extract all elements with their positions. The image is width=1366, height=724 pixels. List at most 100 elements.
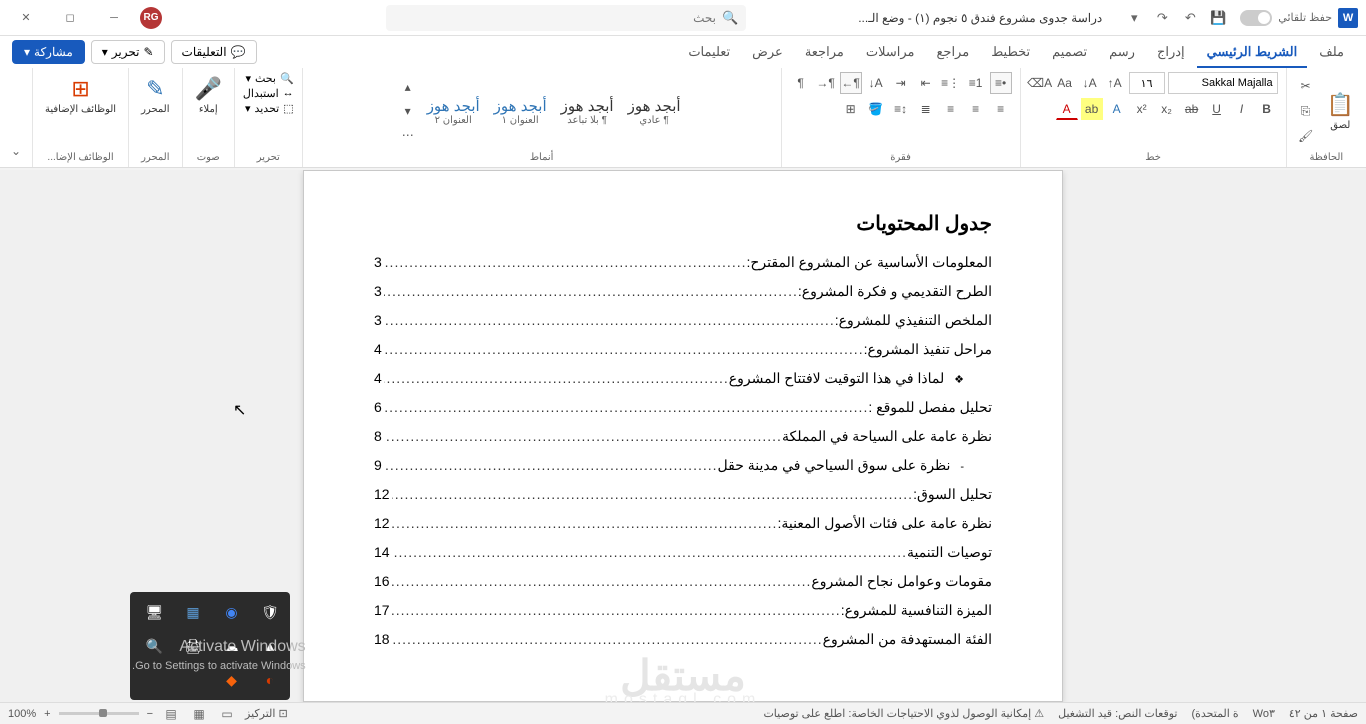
change-case-icon[interactable]: Aa: [1054, 72, 1076, 94]
predictions-status[interactable]: توقعات النص: قيد التشغيل: [1058, 707, 1177, 720]
toc-entry[interactable]: تحليل السوق: ...........................…: [374, 486, 992, 503]
maximize-icon[interactable]: ◻: [52, 4, 88, 32]
align-center-icon[interactable]: ≡: [965, 98, 987, 120]
tab-design[interactable]: تصميم: [1042, 38, 1097, 68]
tab-mailings[interactable]: مراسلات: [856, 38, 925, 68]
superscript-button[interactable]: x²: [1131, 98, 1153, 120]
styles-more-icon[interactable]: ⋯: [397, 124, 419, 146]
tab-home[interactable]: الشريط الرئيسي: [1197, 38, 1308, 68]
accessibility-status[interactable]: ⚠ إمكانية الوصول لذوي الاحتياجات الخاصة:…: [763, 707, 1044, 720]
tab-help[interactable]: تعليمات: [678, 38, 740, 68]
tab-insert[interactable]: إدراج: [1147, 38, 1195, 68]
toc-entry[interactable]: الفئة المستهدفة من المشروع .............…: [374, 631, 992, 648]
tab-view[interactable]: عرض: [742, 38, 793, 68]
toc-entry[interactable]: - نظرة على سوق السياحي في مدينة حقل ....…: [374, 457, 992, 474]
toc-entry[interactable]: تحليل مفصل للموقع : ....................…: [374, 399, 992, 416]
page-indicator[interactable]: صفحة ١ من ٤٢: [1289, 707, 1358, 720]
paste-button[interactable]: 📋لصق: [1323, 88, 1358, 135]
zoom-slider[interactable]: [59, 712, 139, 715]
grow-font-icon[interactable]: A↑: [1104, 72, 1126, 94]
search-box[interactable]: 🔍: [386, 5, 746, 31]
decrease-indent-icon[interactable]: ⇤: [915, 72, 937, 94]
zoom-level[interactable]: 100%: [8, 708, 36, 720]
bold-button[interactable]: B: [1256, 98, 1278, 120]
underline-button[interactable]: U: [1206, 98, 1228, 120]
toc-entry[interactable]: الملخص التنفيذي للمشروع: ...............…: [374, 312, 992, 329]
toc-entry[interactable]: نظرة عامة على السياحة في المملكة .......…: [374, 428, 992, 445]
line-spacing-icon[interactable]: ↕≡: [890, 98, 912, 120]
show-marks-icon[interactable]: ¶: [790, 72, 812, 94]
borders-icon[interactable]: ⊞: [840, 98, 862, 120]
multilevel-icon[interactable]: ⋮≡: [940, 72, 962, 94]
align-left-icon[interactable]: ≡: [940, 98, 962, 120]
toc-entry[interactable]: المعلومات الأساسية عن المشروع المقترح: .…: [374, 254, 992, 271]
style-nospace[interactable]: أبجد هوز¶ بلا تباعد: [555, 94, 620, 129]
cut-icon[interactable]: ✂: [1295, 75, 1317, 97]
zoom-out[interactable]: −: [147, 708, 153, 720]
styles-down-icon[interactable]: ▾: [397, 100, 419, 122]
replace-button[interactable]: ↔ استبدال: [243, 87, 294, 100]
find-button[interactable]: 🔍 بحث ▾: [245, 72, 293, 85]
zoom-in[interactable]: +: [44, 708, 50, 720]
align-right-icon[interactable]: ≡: [990, 98, 1012, 120]
tab-draw[interactable]: رسم: [1099, 38, 1145, 68]
select-button[interactable]: ⬚ تحديد ▾: [245, 102, 294, 115]
close-icon[interactable]: ✕: [8, 4, 44, 32]
tray-monitor-icon[interactable]: 🖥: [143, 600, 167, 624]
shrink-font-icon[interactable]: A↓: [1079, 72, 1101, 94]
sort-icon[interactable]: A↓: [865, 72, 887, 94]
font-size-select[interactable]: [1129, 72, 1165, 94]
undo-icon[interactable]: ↶: [1178, 6, 1202, 30]
font-name-select[interactable]: [1168, 72, 1278, 94]
tray-chrome-icon[interactable]: ◉: [220, 600, 244, 624]
subscript-button[interactable]: x₂: [1156, 98, 1178, 120]
justify-icon[interactable]: ≣: [915, 98, 937, 120]
font-color-icon[interactable]: A: [1056, 98, 1078, 120]
dictate-button[interactable]: 🎤إملاء: [191, 72, 226, 119]
shading-icon[interactable]: 🪣: [865, 98, 887, 120]
comments-button[interactable]: 💬 التعليقات: [171, 40, 257, 64]
copy-icon[interactable]: ⎘: [1295, 100, 1317, 122]
editor-button[interactable]: ✎المحرر: [137, 72, 173, 119]
text-effects-icon[interactable]: A: [1106, 98, 1128, 120]
tab-review[interactable]: مراجعة: [795, 38, 854, 68]
style-heading1[interactable]: أبجد هوزالعنوان ١: [488, 94, 553, 129]
minimize-icon[interactable]: ─: [96, 4, 132, 32]
toc-entry[interactable]: ❖ لماذا في هذا التوقيت لافتتاح المشروع .…: [374, 370, 992, 387]
tab-layout[interactable]: تخطيط: [981, 38, 1040, 68]
toc-entry[interactable]: الطرح التقديمي و فكرة المشروع: .........…: [374, 283, 992, 300]
tray-app-icon[interactable]: ▦: [181, 600, 205, 624]
format-painter-icon[interactable]: 🖌: [1295, 125, 1317, 147]
print-layout-icon[interactable]: ▦: [189, 705, 209, 723]
addins-button[interactable]: ⊞الوظائف الإضافية: [41, 72, 120, 119]
user-avatar[interactable]: RG: [140, 7, 162, 29]
web-layout-icon[interactable]: ▤: [161, 705, 181, 723]
toc-entry[interactable]: توصيات التنمية .........................…: [374, 544, 992, 561]
language-indicator[interactable]: ة المتحدة): [1191, 707, 1238, 720]
tab-file[interactable]: ملف: [1309, 38, 1354, 68]
collapse-ribbon-icon[interactable]: ⌄: [4, 139, 28, 163]
highlight-icon[interactable]: ab: [1081, 98, 1103, 120]
read-mode-icon[interactable]: ▭: [217, 705, 237, 723]
rtl-direction-icon[interactable]: ¶←: [840, 72, 862, 94]
toc-entry[interactable]: مراحل تنفيذ المشروع: ...................…: [374, 341, 992, 358]
styles-up-icon[interactable]: ▴: [397, 76, 419, 98]
autosave-toggle[interactable]: حفظ تلقائي: [1240, 10, 1332, 26]
increase-indent-icon[interactable]: ⇥: [890, 72, 912, 94]
style-normal[interactable]: أبجد هوز¶ عادي: [622, 94, 687, 129]
bullets-icon[interactable]: •≡: [990, 72, 1012, 94]
toc-entry[interactable]: نظرة عامة على فئات الأصول المعنية: .....…: [374, 515, 992, 532]
save-icon[interactable]: 💾: [1206, 6, 1230, 30]
qat-dropdown-icon[interactable]: ▾: [1122, 6, 1146, 30]
focus-mode[interactable]: ⊡ التركيز: [245, 707, 288, 720]
toc-entry[interactable]: مقومات وعوامل نجاح المشروع .............…: [374, 573, 992, 590]
italic-button[interactable]: I: [1231, 98, 1253, 120]
document-page[interactable]: جدول المحتويات المعلومات الأساسية عن الم…: [303, 170, 1063, 702]
toggle-switch[interactable]: [1240, 10, 1272, 26]
strike-button[interactable]: ab: [1181, 98, 1203, 120]
clear-format-icon[interactable]: A⌫: [1029, 72, 1051, 94]
tray-security-icon[interactable]: 🛡: [258, 600, 282, 624]
editing-mode-button[interactable]: ✎ تحرير ▾: [91, 40, 165, 64]
redo-icon[interactable]: ↷: [1150, 6, 1174, 30]
search-input[interactable]: [676, 11, 716, 25]
